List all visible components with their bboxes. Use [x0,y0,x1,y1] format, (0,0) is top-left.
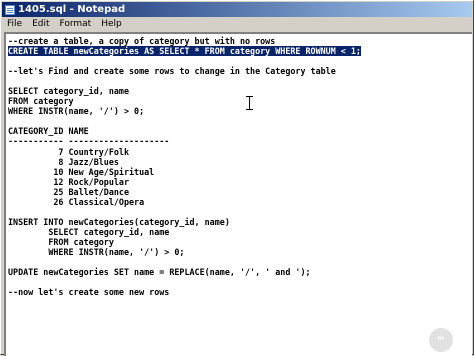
text-line[interactable]: --let's Find and create some rows to cha… [8,66,468,76]
text-line[interactable]: WHERE INSTR(name, '/') > 0; [8,247,468,257]
notepad-icon [5,4,15,15]
text-line[interactable]: WHERE INSTR(name, '/') > 0; [8,106,468,116]
text-line[interactable]: INSERT INTO newCategories(category_id, n… [8,217,468,227]
watermark-logo-icon: ᵐ [429,328,453,352]
menu-help[interactable]: Help [96,19,127,29]
text-line[interactable] [8,257,468,267]
text-editor-area[interactable]: --create a table, a copy of category but… [4,32,472,356]
selected-text[interactable]: CREATE TABLE newCategories AS SELECT * F… [8,46,361,57]
menu-file[interactable]: File [2,19,27,29]
text-line[interactable]: 8 Jazz/Blues [8,157,468,167]
text-line[interactable] [8,207,468,217]
text-line[interactable]: UPDATE newCategories SET name = REPLACE(… [8,267,468,277]
text-line[interactable]: ----------- -------------------- [8,136,468,146]
menu-edit[interactable]: Edit [27,19,54,29]
text-cursor-icon [246,96,253,110]
text-line[interactable]: --create a table, a copy of category but… [8,36,468,46]
window-title: 1405.sql - Notepad [18,4,126,15]
text-line[interactable]: 10 New Age/Spiritual [8,167,468,177]
text-line[interactable] [8,56,468,66]
text-line[interactable]: CREATE TABLE newCategories AS SELECT * F… [8,46,468,57]
title-bar[interactable]: 1405.sql - Notepad [2,2,472,17]
text-line[interactable]: 25 Ballet/Dance [8,187,468,197]
text-line[interactable] [8,76,468,86]
text-line[interactable]: --now let's create some new rows [8,287,468,297]
menu-bar: File Edit Format Help [2,17,472,31]
text-line[interactable] [8,277,468,287]
text-line[interactable]: FROM category [8,237,468,247]
text-line[interactable]: SELECT category_id, name [8,86,468,96]
text-line[interactable]: 12 Rock/Popular [8,177,468,187]
text-line[interactable]: CATEGORY_ID NAME [8,126,468,136]
text-line[interactable]: FROM category [8,96,468,106]
editor-text[interactable]: --create a table, a copy of category but… [8,36,468,297]
text-line[interactable]: SELECT category_id, name [8,227,468,237]
text-line[interactable]: 26 Classical/Opera [8,197,468,207]
notepad-window: 1405.sql - Notepad File Edit Format Help… [0,0,474,356]
menu-format[interactable]: Format [55,19,97,29]
text-line[interactable]: 7 Country/Folk [8,147,468,157]
text-line[interactable] [8,116,468,126]
